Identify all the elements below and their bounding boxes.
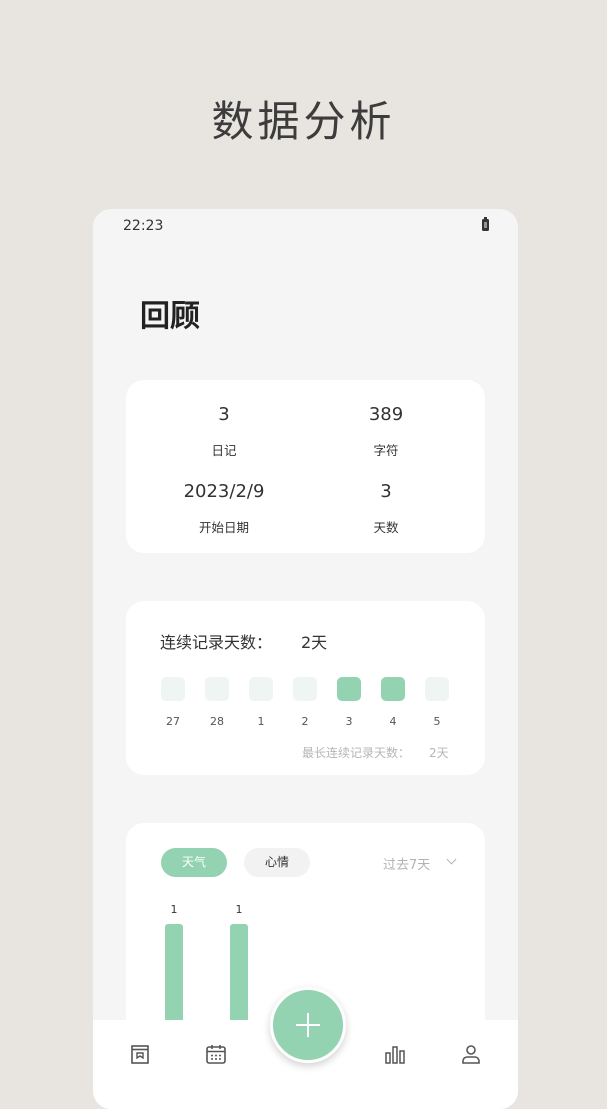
stat-start-date: 2023/2/9 开始日期 [134,481,314,536]
streak-label: 连续记录天数： [160,633,273,652]
streak-day: 2 [285,677,325,728]
streak-day: 3 [329,677,369,728]
bar-data-label: 1 [235,903,243,916]
stat-label: 日记 [211,443,237,458]
day-box [249,677,273,701]
status-time: 22:23 [123,218,164,234]
stat-label: 开始日期 [198,520,249,535]
add-entry-button[interactable] [270,987,346,1063]
day-number: 27 [166,715,180,728]
longest-streak-label: 最长连续记录天数： [302,746,411,760]
battery-icon [482,217,489,231]
stat-value: 3 [380,481,392,502]
bar-data-label: 1 [170,903,178,916]
day-number: 4 [389,715,397,728]
streak-value: 2天 [301,633,328,652]
screen-heading: 回顾 [140,299,200,334]
day-number: 1 [257,715,265,728]
day-number: 28 [210,715,224,728]
range-select[interactable]: 过去7天 [383,854,430,873]
streak-day: 5 [417,677,457,728]
stat-diaries: 3 日记 [134,404,314,459]
chevron-down-icon[interactable] [446,854,457,865]
calendar-icon[interactable] [204,1042,228,1066]
streak-day: 4 [373,677,413,728]
stats-card: 3 日记 389 字符 2023/2/9 开始日期 3 天数 [126,380,485,553]
day-box [161,677,185,701]
day-box [205,677,229,701]
stat-characters: 389 字符 [296,404,476,459]
day-number: 5 [433,715,441,728]
tab-mood[interactable]: 心情 [244,848,310,877]
stat-label: 字符 [373,443,399,458]
day-number: 3 [345,715,353,728]
phone-screen: 22:23 回顾 3 日记 389 字符 2023/2/9 开始日期 3 天数 … [93,209,518,1109]
stat-value: 389 [368,404,404,425]
day-number: 2 [301,715,309,728]
stat-label: 天数 [373,520,399,535]
streak-day: 27 [153,677,193,728]
profile-icon[interactable] [459,1042,483,1066]
day-box-active [337,677,361,701]
longest-streak-value: 2天 [429,746,449,760]
diary-icon[interactable] [128,1042,152,1066]
stat-value: 3 [218,404,230,425]
day-box [425,677,449,701]
page-title: 数据分析 [211,97,396,146]
streak-day: 28 [197,677,237,728]
streak-card: 连续记录天数： 2天 27 28 1 2 3 4 5 最长连续记录天数： 2天 [126,601,485,775]
tab-weather[interactable]: 天气 [161,848,227,877]
day-box [293,677,317,701]
day-box-active [381,677,405,701]
streak-day: 1 [241,677,281,728]
stat-value: 2023/2/9 [183,481,265,502]
stats-icon[interactable] [383,1042,407,1066]
stat-days: 3 天数 [296,481,476,536]
